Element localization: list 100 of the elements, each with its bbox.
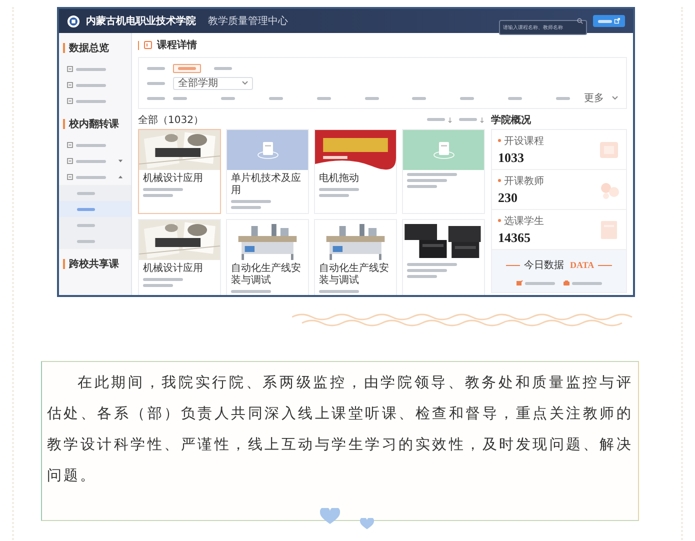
blurred-text bbox=[412, 96, 426, 100]
category-option[interactable] bbox=[364, 94, 378, 102]
heart-icon bbox=[360, 518, 374, 530]
blurred-text bbox=[143, 194, 173, 197]
category-option[interactable] bbox=[316, 94, 331, 102]
term-dropdown[interactable]: 全部学期 bbox=[173, 76, 253, 90]
book-icon bbox=[432, 141, 454, 159]
stat-value: 14365 bbox=[498, 230, 532, 246]
category-option[interactable] bbox=[460, 94, 474, 102]
blurred-text bbox=[231, 290, 271, 293]
category-option[interactable] bbox=[268, 94, 283, 102]
blurred-text bbox=[460, 96, 474, 100]
stat-label: 选课学生 bbox=[504, 214, 544, 228]
course-card[interactable]: 电机拖动 bbox=[314, 129, 397, 214]
blurred-text bbox=[316, 96, 331, 100]
export-icon bbox=[614, 18, 620, 24]
logo-icon bbox=[67, 14, 80, 28]
today-title: 今日数据 DATA bbox=[524, 259, 594, 272]
item-icon bbox=[67, 158, 73, 164]
item-icon bbox=[67, 82, 73, 88]
item-icon bbox=[67, 142, 73, 148]
blurred-text bbox=[214, 66, 232, 70]
blurred-text bbox=[220, 96, 235, 100]
stat-illustration bbox=[598, 220, 620, 240]
blurred-text bbox=[525, 282, 555, 284]
course-card[interactable]: 机械设计应用 bbox=[138, 219, 221, 295]
blurred-text bbox=[77, 208, 95, 210]
submenu-item[interactable] bbox=[59, 217, 131, 233]
section-heading: 跨校共享课 bbox=[69, 257, 119, 271]
book-icon bbox=[256, 141, 278, 159]
stat-illustration bbox=[598, 140, 620, 160]
course-title: 自动化生产线安装与调试 bbox=[231, 263, 302, 287]
blurred-text bbox=[407, 173, 457, 176]
search-icon bbox=[577, 18, 583, 24]
item-icon bbox=[67, 66, 73, 72]
course-card[interactable]: 自动化生产线安装与调试 bbox=[226, 219, 309, 295]
blurred-text bbox=[407, 275, 437, 278]
app-subtitle: 教学质量管理中心 bbox=[208, 14, 288, 28]
course-count: 全部（1032） bbox=[138, 114, 204, 126]
course-title: 电机拖动 bbox=[319, 173, 360, 185]
blurred-text bbox=[77, 192, 95, 194]
section-heading: 数据总览 bbox=[69, 42, 109, 55]
blurred-text bbox=[407, 179, 447, 182]
blurred-text bbox=[147, 66, 165, 70]
sort-option[interactable] bbox=[427, 116, 453, 124]
course-card[interactable]: 自动化生产线安装与调试 bbox=[314, 219, 397, 295]
blurred-text bbox=[76, 84, 106, 86]
blurred-text bbox=[76, 100, 106, 102]
submenu-item[interactable] bbox=[59, 201, 131, 217]
sort-arrow-icon bbox=[447, 116, 453, 122]
course-card[interactable]: 机械设计应用 bbox=[138, 129, 221, 214]
course-card[interactable]: 单片机技术及应用 bbox=[226, 129, 309, 214]
blurred-text bbox=[76, 160, 106, 162]
page-title: 课程详情 bbox=[157, 38, 197, 52]
section-heading: 校内翻转课 bbox=[69, 118, 119, 131]
sort-arrow-icon bbox=[479, 116, 485, 122]
blurred-text bbox=[508, 96, 522, 100]
submenu-item[interactable] bbox=[59, 185, 131, 201]
blurred-text bbox=[77, 240, 95, 242]
blurred-text bbox=[76, 144, 106, 146]
course-title: 机械设计应用 bbox=[143, 173, 204, 185]
course-title: 单片机技术及应用 bbox=[231, 173, 302, 197]
category-option[interactable] bbox=[556, 94, 570, 102]
submenu-item[interactable] bbox=[59, 233, 131, 249]
blurred-text bbox=[556, 96, 570, 100]
blurred-text bbox=[319, 194, 349, 197]
item-icon bbox=[67, 174, 73, 180]
blurred-text bbox=[147, 96, 165, 100]
blurred-text bbox=[427, 118, 445, 121]
briefcase-icon bbox=[563, 280, 570, 286]
blurred-text bbox=[77, 224, 95, 226]
chevron-icon bbox=[612, 96, 618, 100]
blurred-text bbox=[407, 185, 437, 188]
stat-value: 230 bbox=[498, 190, 518, 206]
blurred-text bbox=[143, 284, 173, 287]
category-option[interactable] bbox=[220, 94, 235, 102]
course-title: 自动化生产线安装与调试 bbox=[319, 263, 390, 287]
course-title: 机械设计应用 bbox=[143, 263, 204, 275]
heart-icon bbox=[320, 508, 340, 525]
blurred-text bbox=[231, 200, 271, 203]
blurred-text bbox=[319, 188, 359, 191]
category-option[interactable] bbox=[173, 94, 187, 102]
export-button[interactable] bbox=[593, 15, 625, 27]
blurred-text bbox=[178, 66, 196, 70]
more-link[interactable]: 更多 bbox=[584, 91, 604, 105]
course-card[interactable] bbox=[402, 219, 485, 295]
stat-label: 开设课程 bbox=[504, 134, 544, 148]
blurred-text bbox=[268, 96, 283, 100]
filter-chip[interactable] bbox=[173, 64, 201, 72]
chart-icon bbox=[516, 280, 523, 286]
blurred-text bbox=[572, 282, 602, 284]
category-option[interactable] bbox=[508, 94, 522, 102]
blurred-text bbox=[143, 188, 183, 191]
blurred-text bbox=[407, 269, 447, 272]
sort-option[interactable] bbox=[459, 116, 485, 124]
blurred-text bbox=[407, 263, 457, 266]
blurred-text bbox=[231, 206, 261, 209]
category-option[interactable] bbox=[412, 94, 426, 102]
article-paragraph: 在此期间，我院实行院、系两级监控，由学院领导、教务处和质量监控与评估处、各系（部）负责人共同深入线上课堂听课、检查和督导，重点关注教师的教学设计科学性、严谨性，线上互动与学生学习的实效性，及时发现问题、解决问题。 bbox=[47, 374, 633, 486]
page-icon bbox=[144, 41, 152, 49]
